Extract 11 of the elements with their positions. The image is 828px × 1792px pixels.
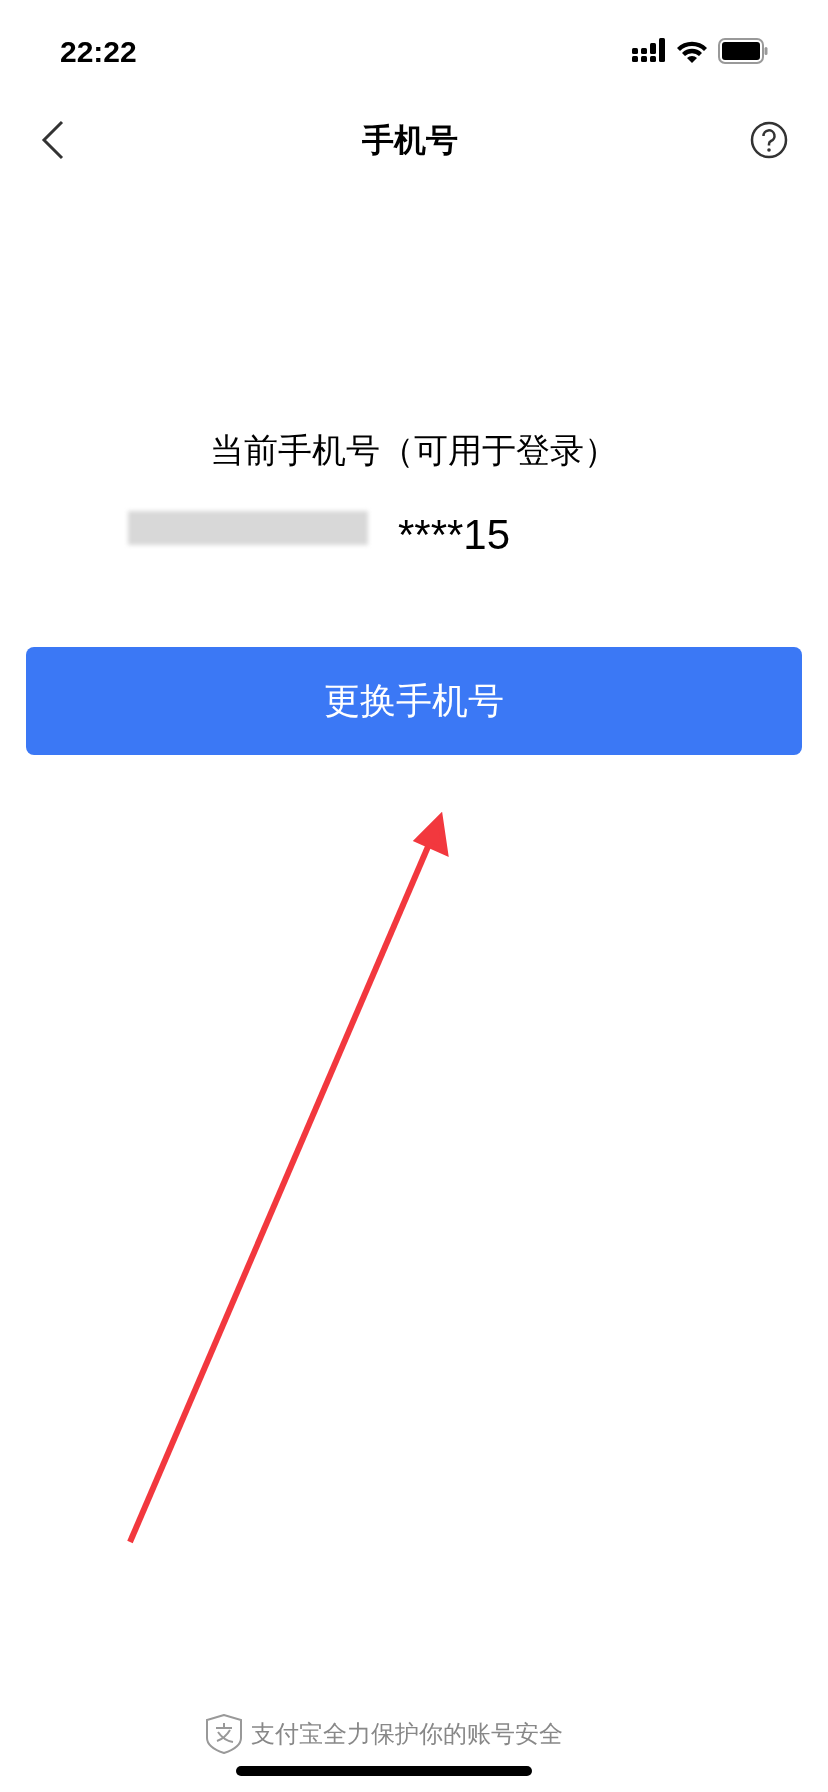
shield-icon: [205, 1714, 243, 1754]
signal-icon: [632, 38, 666, 64]
wifi-icon: [676, 39, 708, 63]
battery-icon: [718, 38, 768, 64]
phone-number: ****15: [397, 509, 511, 560]
page-title: 手机号: [362, 120, 458, 161]
help-icon[interactable]: [750, 121, 788, 159]
change-phone-button[interactable]: 更换手机号: [26, 647, 802, 755]
status-time: 22:22: [60, 33, 137, 70]
security-note: 支付宝全力保护你的账号安全: [251, 1719, 563, 1750]
current-phone-label: 当前手机号（可用于登录）: [210, 429, 618, 472]
